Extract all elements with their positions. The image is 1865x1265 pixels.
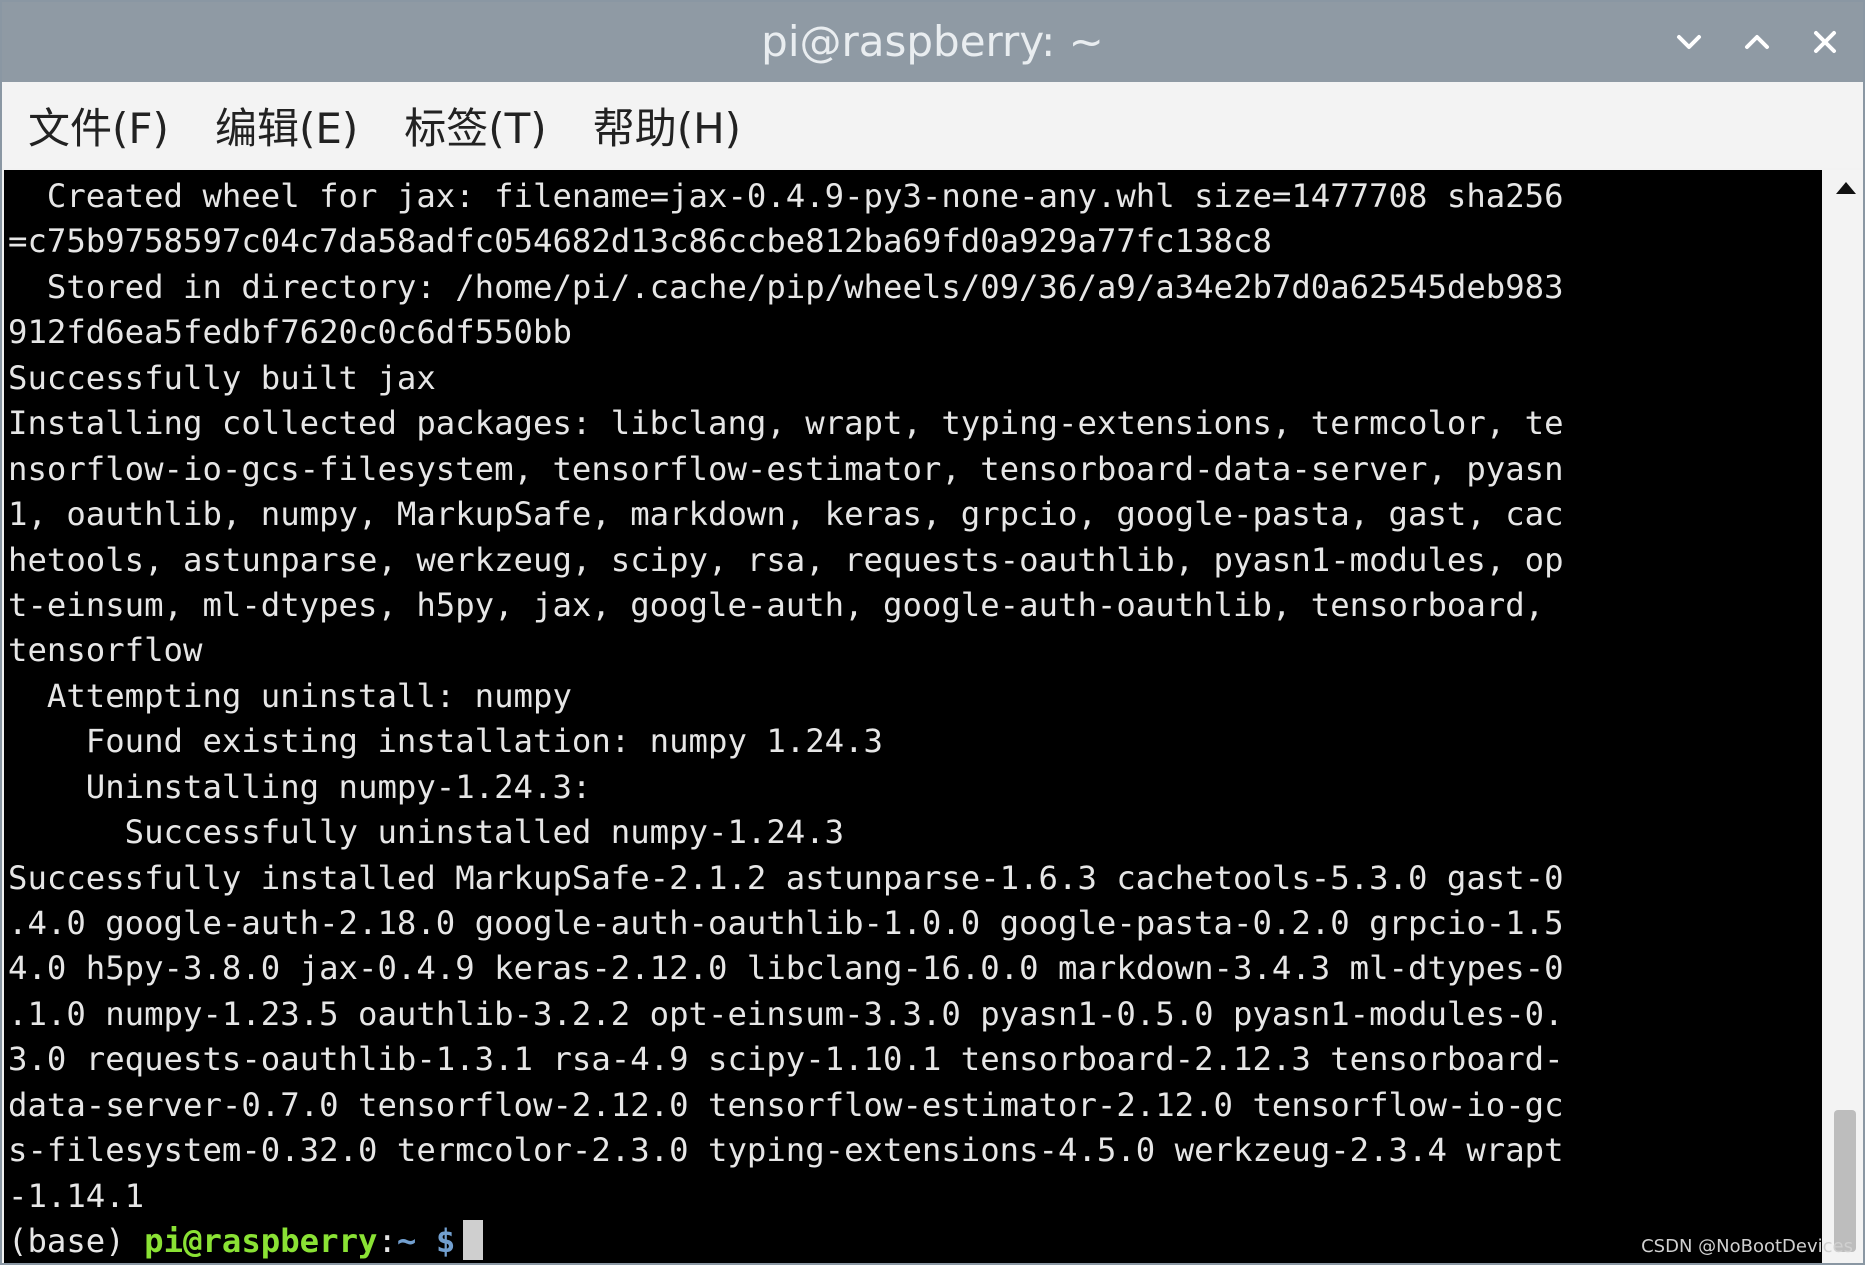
terminal-line: Successfully installed MarkupSafe-2.1.2 …	[8, 858, 1564, 897]
terminal-line: Successfully uninstalled numpy-1.24.3	[8, 813, 845, 852]
terminal-line: 912fd6ea5fedbf7620c0c6df550bb	[8, 313, 572, 352]
scroll-up-button[interactable]	[1824, 170, 1863, 206]
terminal-line: tensorflow	[8, 631, 203, 670]
title-bar[interactable]: pi@raspberry: ~	[2, 2, 1863, 82]
terminal-line: Uninstalling numpy-1.24.3:	[8, 767, 592, 806]
menu-file[interactable]: 文件(F)	[28, 95, 169, 156]
prompt-path: ~	[396, 1222, 417, 1261]
prompt-symbol: $	[416, 1222, 456, 1261]
chevron-up-icon	[1745, 35, 1769, 49]
terminal-line: Installing collected packages: libclang,…	[8, 404, 1564, 443]
terminal-line: 1, oauthlib, numpy, MarkupSafe, markdown…	[8, 495, 1564, 534]
menu-edit[interactable]: 编辑(E)	[215, 95, 358, 156]
terminal-line: t-einsum, ml-dtypes, h5py, jax, google-a…	[8, 585, 1564, 624]
maximize-button[interactable]	[1733, 18, 1781, 66]
terminal-window: pi@raspberry: ~ 文件(F) 编辑(E) 标签(T) 帮助(H) …	[0, 0, 1865, 1265]
scroll-up-arrow-icon	[1835, 182, 1856, 194]
terminal-line: Attempting uninstall: numpy	[8, 676, 572, 715]
terminal-line: 3.0 requests-oauthlib-1.3.1 rsa-4.9 scip…	[8, 1040, 1564, 1079]
menu-bar: 文件(F) 编辑(E) 标签(T) 帮助(H)	[2, 82, 1863, 168]
terminal-line: .1.0 numpy-1.23.5 oauthlib-3.2.2 opt-ein…	[8, 994, 1564, 1033]
terminal-line: Stored in directory: /home/pi/.cache/pip…	[8, 267, 1564, 306]
prompt-colon: :	[377, 1222, 397, 1261]
menu-tabs[interactable]: 标签(T)	[404, 95, 546, 156]
terminal-output[interactable]: Created wheel for jax: filename=jax-0.4.…	[4, 170, 1822, 1263]
minimize-button[interactable]	[1665, 18, 1713, 66]
window-title: pi@raspberry: ~	[761, 17, 1104, 66]
menu-help[interactable]: 帮助(H)	[593, 95, 741, 156]
close-button[interactable]	[1801, 18, 1849, 66]
close-icon	[1814, 31, 1836, 53]
terminal-line: .4.0 google-auth-2.18.0 google-auth-oaut…	[8, 904, 1564, 942]
chevron-down-icon	[1677, 35, 1701, 49]
terminal-line: hetools, astunparse, werkzeug, scipy, rs…	[8, 540, 1564, 579]
window-controls	[1665, 18, 1849, 66]
terminal-line: nsorflow-io-gcs-filesystem, tensorflow-e…	[8, 449, 1564, 488]
terminal-line: Successfully built jax	[8, 358, 436, 397]
terminal-line: Created wheel for jax: filename=jax-0.4.…	[8, 177, 1564, 215]
scrollbar-thumb[interactable]	[1834, 1110, 1856, 1252]
terminal-line: -1.14.1	[8, 1176, 145, 1215]
text-cursor	[463, 1220, 484, 1261]
terminal-line: data-server-0.7.0 tensorflow-2.12.0 tens…	[8, 1085, 1564, 1124]
terminal-line: Found existing installation: numpy 1.24.…	[8, 722, 883, 761]
vertical-scrollbar[interactable]	[1824, 170, 1863, 1263]
terminal-line: =c75b9758597c04c7da58adfc054682d13c86ccb…	[8, 222, 1272, 261]
shell-prompt[interactable]: (base) pi@raspberry:~ $	[8, 1219, 1822, 1263]
watermark-text: CSDN @NoBootDevices	[1641, 1236, 1853, 1257]
terminal-line: 4.0 h5py-3.8.0 jax-0.4.9 keras-2.12.0 li…	[8, 949, 1564, 988]
terminal-line: s-filesystem-0.32.0 termcolor-2.3.0 typi…	[8, 1131, 1564, 1170]
prompt-user-host: pi@raspberry	[144, 1222, 378, 1261]
prompt-env: (base)	[8, 1222, 145, 1261]
